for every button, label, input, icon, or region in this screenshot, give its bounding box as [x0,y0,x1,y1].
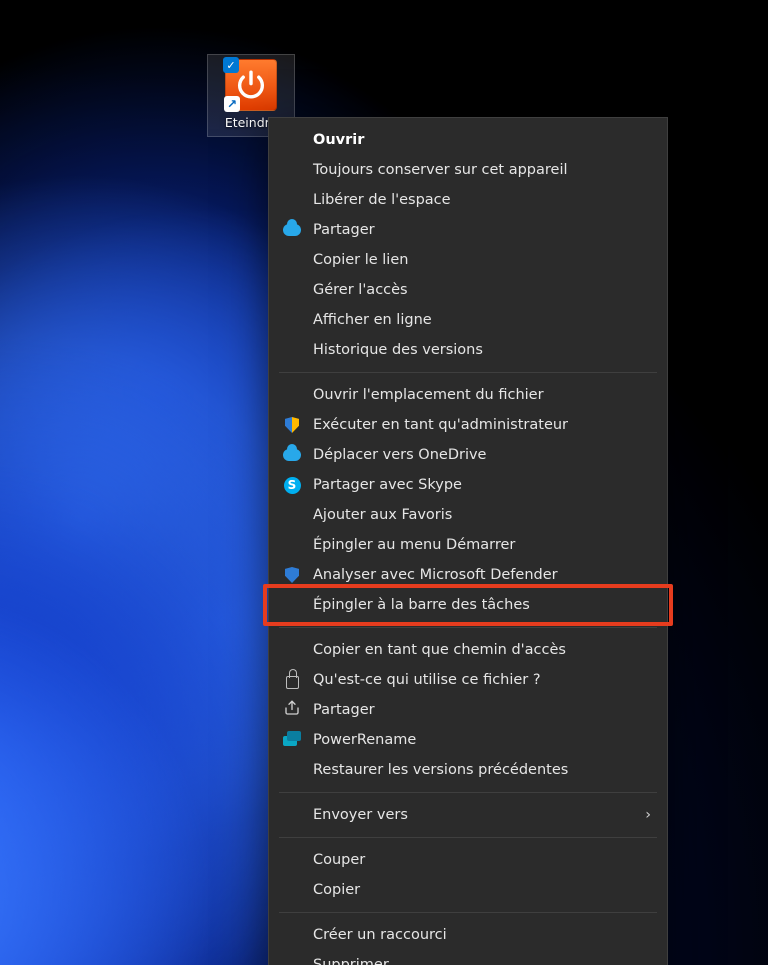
context-menu-item-label: Copier le lien [313,252,408,268]
skype-icon [283,476,301,494]
context-menu-item[interactable]: Ouvrir l'emplacement du fichier [269,380,667,410]
context-menu-item[interactable]: Partager [269,215,667,245]
context-menu-separator [279,627,657,628]
context-menu-item[interactable]: Exécuter en tant qu'administrateur [269,410,667,440]
context-menu-item-label: PowerRename [313,732,416,748]
context-menu-separator [279,837,657,838]
context-menu-item[interactable]: Copier en tant que chemin d'accès [269,635,667,665]
context-menu-item[interactable]: Afficher en ligne [269,305,667,335]
context-menu-separator [279,372,657,373]
context-menu-item-label: Copier en tant que chemin d'accès [313,642,566,658]
context-menu-item-label: Partager avec Skype [313,477,462,493]
context-menu-item[interactable]: Libérer de l'espace [269,185,667,215]
lock-icon [283,671,301,689]
context-menu-item[interactable]: Ouvrir [269,125,667,155]
context-menu-item-label: Ouvrir l'emplacement du fichier [313,387,544,403]
context-menu: Ouvrir Toujours conserver sur cet apparei… [268,117,668,965]
context-menu-item-label: Épingler au menu Démarrer [313,537,515,553]
context-menu-item-label: Analyser avec Microsoft Defender [313,567,558,583]
cloud-icon [283,446,301,464]
context-menu-item-label: Couper [313,852,365,868]
context-menu-item[interactable]: Partager [269,695,667,725]
shield-uac-icon [283,416,301,434]
context-menu-item-label: Déplacer vers OneDrive [313,447,486,463]
context-menu-item[interactable]: Toujours conserver sur cet appareil [269,155,667,185]
context-menu-item-label: Libérer de l'espace [313,192,451,208]
context-menu-item[interactable]: Historique des versions [269,335,667,365]
context-menu-item-label: Qu'est-ce qui utilise ce fichier ? [313,672,541,688]
context-menu-item-label: Partager [313,222,375,238]
shield-icon [283,566,301,584]
context-menu-item[interactable]: Épingler au menu Démarrer [269,530,667,560]
context-menu-item[interactable]: Ajouter aux Favoris [269,500,667,530]
context-menu-item-label: Ouvrir [313,132,364,148]
context-menu-item-label: Restaurer les versions précédentes [313,762,568,778]
context-menu-item-label: Épingler à la barre des tâches [313,597,530,613]
context-menu-item-label: Supprimer [313,957,389,965]
context-menu-separator [279,912,657,913]
context-menu-item[interactable]: Envoyer vers › [269,800,667,830]
context-menu-item[interactable]: Restaurer les versions précédentes [269,755,667,785]
context-menu-separator [279,792,657,793]
context-menu-item[interactable]: Déplacer vers OneDrive [269,440,667,470]
context-menu-item[interactable]: Copier [269,875,667,905]
context-menu-item-label: Exécuter en tant qu'administrateur [313,417,568,433]
context-menu-item-label: Copier [313,882,360,898]
context-menu-item[interactable]: PowerRename [269,725,667,755]
context-menu-item-label: Historique des versions [313,342,483,358]
shortcut-tile [225,59,277,111]
context-menu-item-label: Ajouter aux Favoris [313,507,452,523]
context-menu-item[interactable]: Copier le lien [269,245,667,275]
context-menu-item[interactable]: Analyser avec Microsoft Defender [269,560,667,590]
context-menu-item-label: Envoyer vers [313,807,408,823]
context-menu-item[interactable]: Partager avec Skype [269,470,667,500]
context-menu-item-label: Afficher en ligne [313,312,432,328]
context-menu-item[interactable]: Gérer l'accès [269,275,667,305]
cloud-icon [283,221,301,239]
context-menu-item[interactable]: Créer un raccourci [269,920,667,950]
context-menu-item-label: Partager [313,702,375,718]
context-menu-item[interactable]: Qu'est-ce qui utilise ce fichier ? [269,665,667,695]
context-menu-item-label: Gérer l'accès [313,282,408,298]
share-icon [283,701,301,719]
context-menu-item-label: Créer un raccourci [313,927,447,943]
context-menu-item[interactable]: Épingler à la barre des tâches [269,590,667,620]
powerrename-icon [283,731,301,749]
chevron-right-icon: › [645,807,651,823]
shortcut-arrow-badge [224,96,240,112]
context-menu-item[interactable]: Couper [269,845,667,875]
context-menu-item-label: Toujours conserver sur cet appareil [313,162,568,178]
context-menu-item[interactable]: Supprimer [269,950,667,965]
